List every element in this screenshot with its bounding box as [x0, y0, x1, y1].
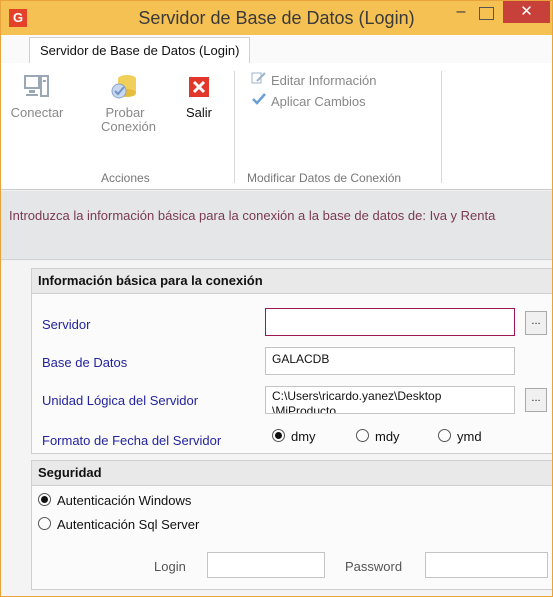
aplicar-cambios-button[interactable]: Aplicar Cambios — [251, 92, 366, 109]
base-datos-input[interactable]: GALACDB — [265, 347, 515, 375]
unidad-logica-value: C:\Users\ricardo.yanez\Desktop — [272, 389, 442, 403]
formato-radio-dmy[interactable]: dmy — [272, 429, 316, 444]
formato-fecha-label: Formato de Fecha del Servidor — [42, 433, 222, 448]
editar-informacion-button[interactable]: Editar Información — [251, 71, 377, 88]
maximize-button[interactable] — [479, 7, 494, 20]
content-panel: Información básica para la conexión Serv… — [1, 260, 552, 596]
password-input[interactable] — [425, 552, 548, 578]
auth-windows-radio[interactable]: Autenticación Windows — [38, 493, 191, 508]
title-bar: G Servidor de Base de Datos (Login) – ✕ — [1, 1, 552, 35]
computer-icon — [24, 75, 49, 97]
formato-mdy-label: mdy — [375, 429, 400, 444]
conectar-label: Conectar — [10, 105, 64, 120]
modificar-group-label: Modificar Datos de Conexión — [247, 171, 402, 185]
radio-dot — [38, 517, 51, 530]
base-datos-label: Base de Datos — [42, 355, 128, 370]
login-input[interactable] — [207, 552, 325, 578]
salir-label: Salir — [185, 105, 212, 120]
radio-dot — [272, 429, 285, 442]
exit-x-icon — [189, 77, 209, 97]
info-bar: Introduzca la información básica para la… — [1, 191, 552, 260]
probar-label-2: Conexión — [101, 119, 156, 134]
formato-radio-ymd[interactable]: ymd — [438, 429, 482, 444]
probar-conexion-button[interactable]: Probar Conexión — [101, 73, 156, 134]
servidor-label: Servidor — [42, 317, 91, 332]
edit-icon — [251, 71, 267, 88]
radio-dot — [38, 493, 51, 506]
database-check-icon — [111, 75, 136, 99]
security-title: Seguridad — [32, 461, 552, 486]
acciones-group-label: Acciones — [101, 171, 150, 185]
password-label: Password — [345, 559, 403, 574]
conectar-button[interactable]: Conectar — [5, 73, 69, 120]
probar-label-1: Probar — [105, 105, 145, 120]
unidad-logica-label: Unidad Lógica del Servidor — [42, 393, 199, 408]
close-button[interactable]: ✕ — [503, 1, 550, 23]
radio-dot — [356, 429, 369, 442]
auth-sql-radio[interactable]: Autenticación Sql Server — [38, 517, 199, 532]
formato-ymd-label: ymd — [457, 429, 482, 444]
unidad-logica-input[interactable]: C:\Users\ricardo.yanez\Desktop \MiProduc… — [265, 386, 515, 414]
servidor-input[interactable] — [265, 308, 515, 336]
auth-windows-label: Autenticación Windows — [57, 493, 192, 508]
ribbon-tab-strip: Servidor de Base de Datos (Login) — [1, 35, 552, 64]
ribbon-separator — [234, 71, 235, 183]
checkmark-icon — [251, 92, 267, 109]
security-group: Seguridad Autenticación Windows Autentic… — [31, 460, 552, 590]
unidad-logica-value-2: \MiProducto — [272, 404, 337, 414]
radio-dot — [438, 429, 451, 442]
basic-info-title: Información básica para la conexión — [32, 269, 552, 294]
auth-sql-label: Autenticación Sql Server — [57, 517, 200, 532]
aplicar-label: Aplicar Cambios — [271, 94, 366, 109]
basic-info-group: Información básica para la conexión Serv… — [31, 268, 552, 454]
info-message: Introduzca la información básica para la… — [9, 208, 496, 223]
unidad-browse-button[interactable]: ... — [525, 388, 547, 412]
ribbon-separator-2 — [441, 71, 442, 183]
login-window: G Servidor de Base de Datos (Login) – ✕ … — [0, 0, 553, 597]
salir-button[interactable]: Salir — [181, 73, 217, 120]
formato-dmy-label: dmy — [291, 429, 316, 444]
login-label: Login — [154, 559, 186, 574]
ribbon-tab-main[interactable]: Servidor de Base de Datos (Login) — [29, 37, 251, 63]
editar-label: Editar Información — [271, 73, 377, 88]
servidor-browse-button[interactable]: ... — [525, 311, 547, 335]
minimize-button[interactable]: – — [449, 3, 473, 23]
ribbon-body: Conectar Probar Conexión Salir Acciones — [1, 63, 552, 190]
formato-radio-mdy[interactable]: mdy — [356, 429, 400, 444]
